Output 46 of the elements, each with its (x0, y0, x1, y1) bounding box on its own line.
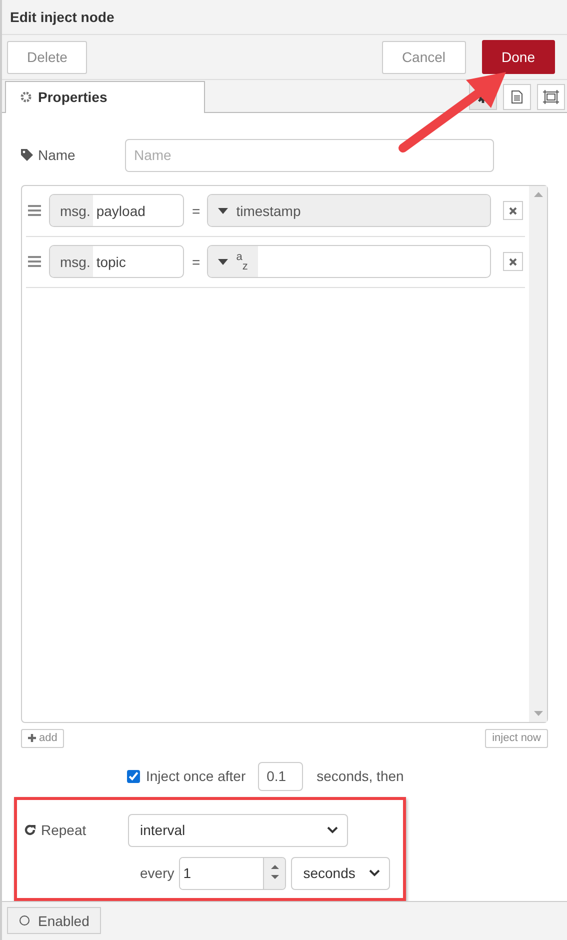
drag-handle-icon[interactable] (28, 256, 41, 268)
interval-field[interactable]: 1 (179, 856, 286, 890)
document-icon (511, 90, 523, 104)
gear-icon (20, 91, 32, 104)
close-icon (509, 206, 517, 215)
name-label: Name (38, 147, 76, 164)
chevron-icon (327, 826, 338, 834)
caret-icon (218, 258, 228, 265)
tag-icon (21, 149, 33, 162)
caret-icon (218, 208, 228, 214)
window-title: Edit inject node (10, 9, 114, 26)
inject-once-label: Inject once after (146, 768, 246, 784)
delay-field[interactable]: 0.1 (258, 762, 303, 791)
done-button[interactable]: Done (482, 40, 555, 74)
property-field[interactable]: msg. payload (49, 194, 184, 228)
drag-handle-icon[interactable] (28, 205, 41, 216)
repeat-select[interactable]: interval (128, 814, 348, 847)
checkbox[interactable] (127, 770, 140, 783)
repeat-label: Repeat (41, 822, 86, 838)
name-field[interactable]: Name (125, 138, 494, 172)
sidebar-tab[interactable] (537, 84, 565, 110)
msg-prefix: msg. (50, 195, 94, 226)
inject-now-button[interactable]: inject now (485, 728, 548, 748)
circle-icon (19, 915, 30, 926)
enabled-toggle[interactable]: Enabled (7, 907, 102, 934)
delete-button[interactable]: Delete (7, 40, 88, 74)
chevron-icon (369, 869, 380, 878)
sidebar-tab[interactable] (503, 84, 531, 110)
frame-icon (543, 90, 559, 104)
close-icon (509, 258, 517, 266)
every-label: every (140, 865, 174, 882)
cancel-button[interactable]: Cancel (382, 40, 466, 74)
remove-button[interactable] (503, 252, 523, 272)
equals-sign: = (192, 202, 200, 219)
type-selector[interactable]: timestamp (208, 195, 490, 226)
remove-button[interactable] (503, 201, 523, 220)
add-button[interactable]: add (21, 728, 64, 748)
property-field[interactable]: msg. topic (49, 245, 184, 278)
plus-icon (28, 734, 36, 742)
spinner[interactable] (263, 858, 286, 889)
msg-prefix: msg. (50, 246, 94, 278)
refresh-icon (24, 824, 36, 836)
tab[interactable]: Properties (5, 80, 205, 113)
seconds-label: seconds, then (316, 768, 404, 784)
equals-sign: = (192, 254, 200, 270)
unit-select[interactable]: seconds (291, 856, 390, 890)
